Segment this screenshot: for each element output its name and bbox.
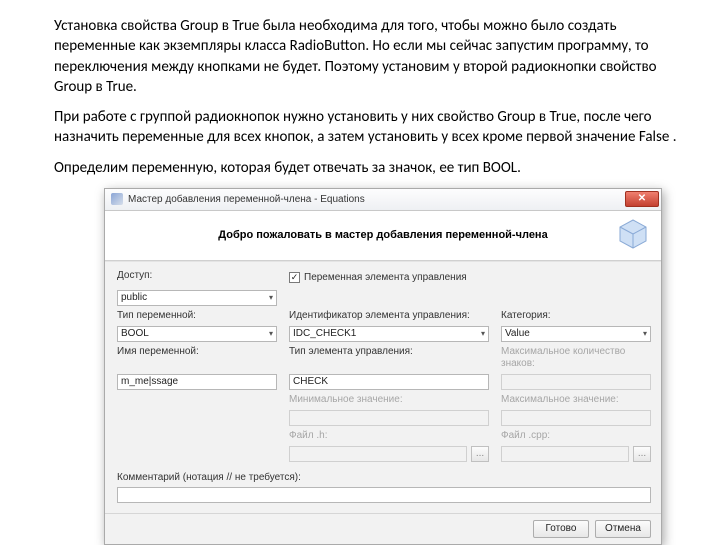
label-var-type: Тип переменной: — [117, 310, 277, 322]
control-id-select[interactable]: IDC_CHECK1 ▾ — [289, 326, 489, 342]
chevron-down-icon: ▾ — [481, 330, 485, 338]
label-category: Категория: — [501, 310, 651, 322]
cancel-button[interactable]: Отмена — [595, 520, 651, 538]
label-control-variable: Переменная элемента управления — [304, 272, 467, 284]
app-icon — [111, 193, 123, 205]
browse-h-button: ... — [471, 446, 489, 462]
var-type-select[interactable]: BOOL ▾ — [117, 326, 277, 342]
chevron-down-icon: ▾ — [643, 330, 647, 338]
max-chars-input — [501, 374, 651, 390]
file-h-input — [289, 446, 467, 462]
control-id-value: IDC_CHECK1 — [293, 328, 356, 339]
cube-icon — [615, 217, 651, 253]
label-var-name: Имя переменной: — [117, 346, 277, 370]
control-variable-checkbox[interactable]: ✓ — [289, 272, 300, 283]
label-max-value: Максимальное значение: — [501, 394, 651, 406]
min-value-input — [289, 410, 489, 426]
control-type-readonly: CHECK — [289, 374, 489, 390]
label-comment: Комментарий (нотация // не требуется): — [117, 472, 651, 484]
paragraph-2: При работе с группой радиокнопок нужно у… — [54, 107, 690, 148]
label-min-value: Минимальное значение: — [289, 394, 489, 406]
window-title: Мастер добавления переменной-члена - Equ… — [128, 194, 365, 205]
file-cpp-input — [501, 446, 629, 462]
var-name-value: m_me|ssage — [121, 376, 178, 387]
paragraph-1: Установка свойства Group в True была нео… — [54, 16, 690, 97]
label-control-type: Тип элемента управления: — [289, 346, 489, 370]
finish-button[interactable]: Готово — [533, 520, 589, 538]
titlebar: Мастер добавления переменной-члена - Equ… — [105, 189, 661, 211]
label-control-id: Идентификатор элемента управления: — [289, 310, 489, 322]
browse-cpp-button: ... — [633, 446, 651, 462]
chevron-down-icon: ▾ — [269, 330, 273, 338]
add-variable-wizard-dialog: Мастер добавления переменной-члена - Equ… — [104, 188, 662, 545]
control-type-value: CHECK — [293, 376, 328, 387]
max-value-input — [501, 410, 651, 426]
category-value: Value — [505, 328, 530, 339]
dialog-footer: Готово Отмена — [105, 513, 661, 544]
form-area: Доступ: ✓ Переменная элемента управления… — [105, 261, 661, 513]
var-type-value: BOOL — [121, 328, 149, 339]
label-max-chars: Максимальное количество знаков: — [501, 346, 651, 370]
access-select[interactable]: public ▾ — [117, 290, 277, 306]
var-name-input[interactable]: m_me|ssage — [117, 374, 277, 390]
access-value: public — [121, 292, 147, 303]
close-button[interactable]: ✕ — [625, 191, 659, 207]
chevron-down-icon: ▾ — [269, 294, 273, 302]
comment-input[interactable] — [117, 487, 651, 503]
wizard-header: Добро пожаловать в мастер добавления пер… — [105, 211, 661, 261]
category-select[interactable]: Value ▾ — [501, 326, 651, 342]
wizard-header-title: Добро пожаловать в мастер добавления пер… — [218, 229, 547, 241]
paragraph-3: Определим переменную, которая будет отве… — [54, 158, 690, 178]
label-access: Доступ: — [117, 270, 277, 286]
label-file-h: Файл .h: — [289, 430, 489, 442]
label-file-cpp: Файл .cpp: — [501, 430, 651, 442]
